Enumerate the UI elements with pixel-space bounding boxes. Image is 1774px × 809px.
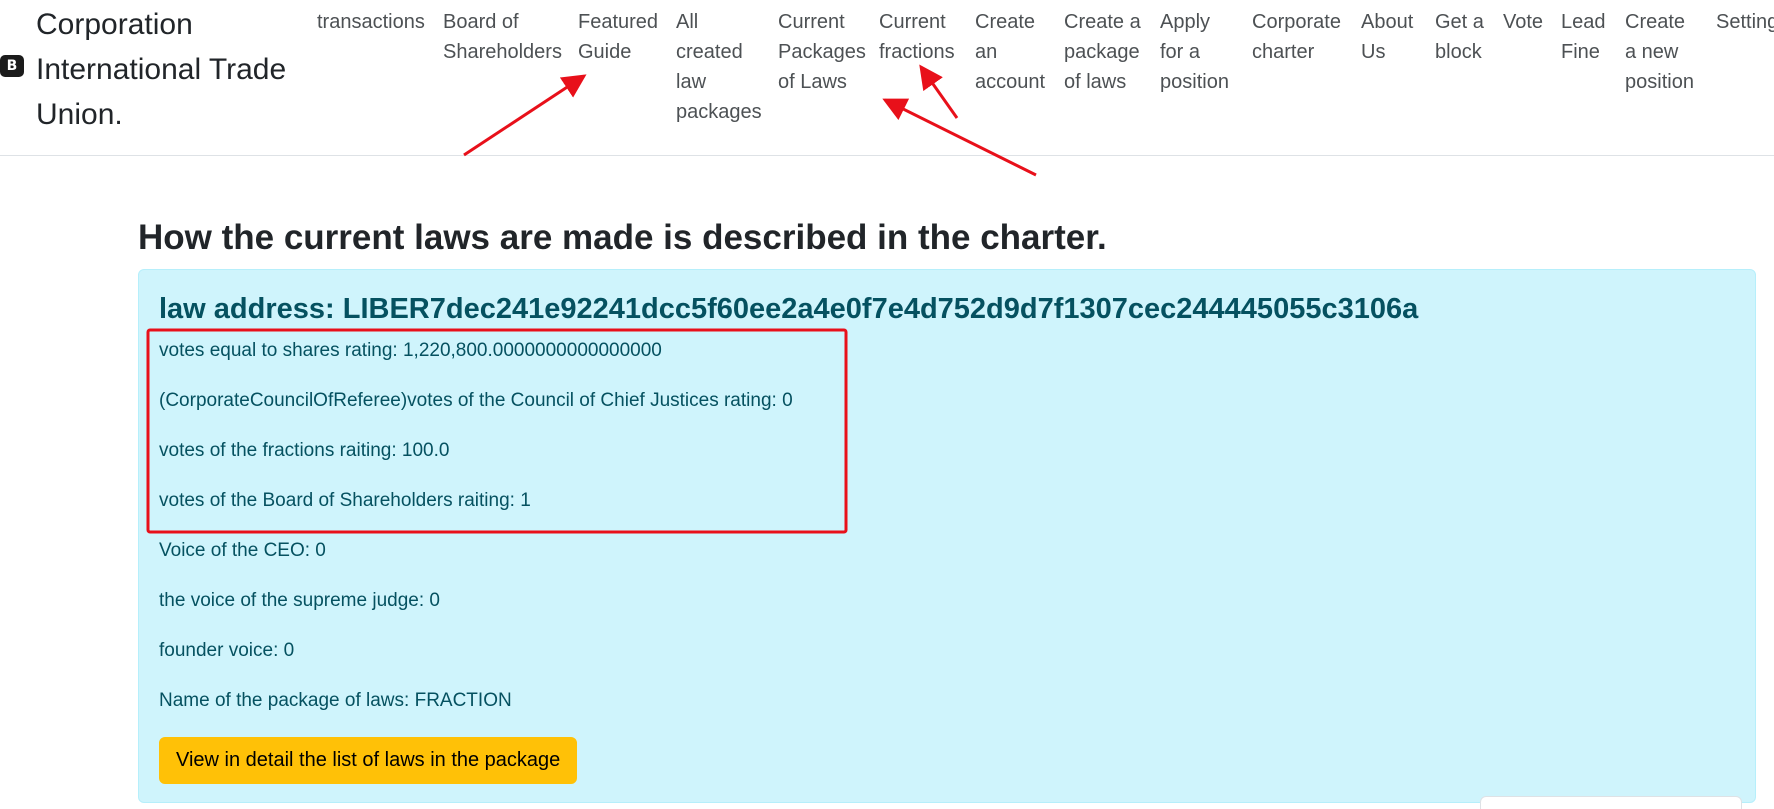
law-address: law address: LIBER7dec241e92241dcc5f60ee… (159, 293, 1419, 325)
brand-title[interactable]: Corporation International Trade Union. (36, 2, 306, 137)
voice-ceo: Voice of the CEO: 0 (159, 540, 326, 561)
nav-link-label: packages (676, 101, 762, 123)
nav-link-label: Featured (578, 11, 659, 33)
nav-link-label: Board of (443, 11, 519, 33)
brand-title-line: Union. (36, 98, 123, 131)
nav-link-label: Settings (1716, 11, 1774, 33)
nav-link-create-a-package-of-laws[interactable]: Create a package of laws (1064, 7, 1141, 97)
nav-link-corporate-charter[interactable]: Corporate charter (1252, 7, 1341, 67)
nav-link-label: Lead (1561, 11, 1606, 33)
nav-link-lead-fine[interactable]: Lead Fine (1561, 7, 1606, 67)
floating-panel-edge (1480, 796, 1742, 809)
nav-link-label: Vote (1503, 11, 1544, 33)
brand-title-line: Corporation (36, 8, 193, 41)
nav-link-label: account (975, 71, 1046, 93)
nav-link-label: Fine (1561, 41, 1600, 63)
nav-link-label: for a (1160, 41, 1201, 63)
nav-link-transactions[interactable]: transactions (317, 7, 425, 37)
nav-link-label: of laws (1064, 71, 1127, 93)
voice-supreme-judge: the voice of the supreme judge: 0 (159, 590, 440, 611)
nav-link-label: block (1435, 41, 1482, 63)
nav-link-label: created (676, 41, 743, 63)
nav-link-get-a-block[interactable]: Get a block (1435, 7, 1484, 67)
nav-link-label: Shareholders (443, 41, 562, 63)
nav-link-create-a-new-position[interactable]: Create a new position (1625, 7, 1694, 97)
navbar: B Corporation International Trade Union.… (0, 0, 1774, 156)
law-card: law address: LIBER7dec241e92241dcc5f60ee… (138, 269, 1756, 803)
nav-link-about-us[interactable]: About Us (1361, 7, 1413, 67)
nav-link-label: About (1361, 11, 1414, 33)
votes-fractions-rating: votes of the fractions raiting: 100.0 (159, 440, 450, 461)
nav-link-label: Apply (1160, 11, 1211, 33)
nav-link-current-fractions[interactable]: Current fractions (879, 7, 955, 67)
nav-link-label: Current (879, 11, 946, 33)
nav-link-all-created-law-packages[interactable]: All created law packages (676, 7, 762, 127)
nav-link-featured-guide[interactable]: Featured Guide (578, 7, 658, 67)
nav-link-label: of Laws (778, 71, 847, 93)
package-name: Name of the package of laws: FRACTION (159, 690, 512, 711)
nav-link-label: Create (975, 11, 1036, 33)
nav-link-label: package (1064, 41, 1140, 63)
nav-link-label: law (676, 71, 707, 93)
votes-council-rating: (CorporateCouncilOfReferee)votes of the … (159, 390, 793, 411)
nav-link-label: position (1160, 71, 1229, 93)
votes-board-rating: votes of the Board of Shareholders raiti… (159, 490, 531, 511)
nav-link-label: Packages (778, 41, 866, 63)
nav-link-vote[interactable]: Vote (1503, 7, 1543, 37)
nav-link-label: All (676, 11, 699, 33)
nav-link-label: a new (1625, 41, 1679, 63)
nav-link-label: position (1625, 71, 1694, 93)
nav-link-label: Create (1625, 11, 1686, 33)
nav-link-label: Corporate (1252, 11, 1341, 33)
votes-shares-rating: votes equal to shares rating: 1,220,800.… (159, 340, 662, 361)
nav-link-label: Current (778, 11, 845, 33)
nav-link-label: Us (1361, 41, 1386, 63)
nav-link-apply-for-a-position[interactable]: Apply for a position (1160, 7, 1229, 97)
voice-founder: founder voice: 0 (159, 640, 295, 661)
nav-link-label: charter (1252, 41, 1315, 63)
page-heading: How the current laws are made is describ… (138, 218, 1107, 257)
nav-link-label: Get a (1435, 11, 1484, 33)
nav-link-current-packages-of-laws[interactable]: Current Packages of Laws (778, 7, 866, 97)
nav-link-settings[interactable]: Settings (1716, 7, 1774, 37)
nav-link-label: Create a (1064, 11, 1141, 33)
nav-link-label: Guide (578, 41, 632, 63)
brand-logo-icon[interactable]: B (0, 55, 24, 77)
brand-title-line: International Trade (36, 53, 287, 86)
nav-link-label: an (975, 41, 998, 63)
nav-link-board-of-shareholders[interactable]: Board of Shareholders (443, 7, 562, 67)
page: B Corporation International Trade Union.… (0, 0, 1774, 809)
nav-link-label: transactions (317, 11, 425, 33)
view-package-laws-button[interactable]: View in detail the list of laws in the p… (159, 737, 578, 784)
nav-link-create-an-account[interactable]: Create an account (975, 7, 1045, 97)
nav-link-label: fractions (879, 41, 955, 63)
